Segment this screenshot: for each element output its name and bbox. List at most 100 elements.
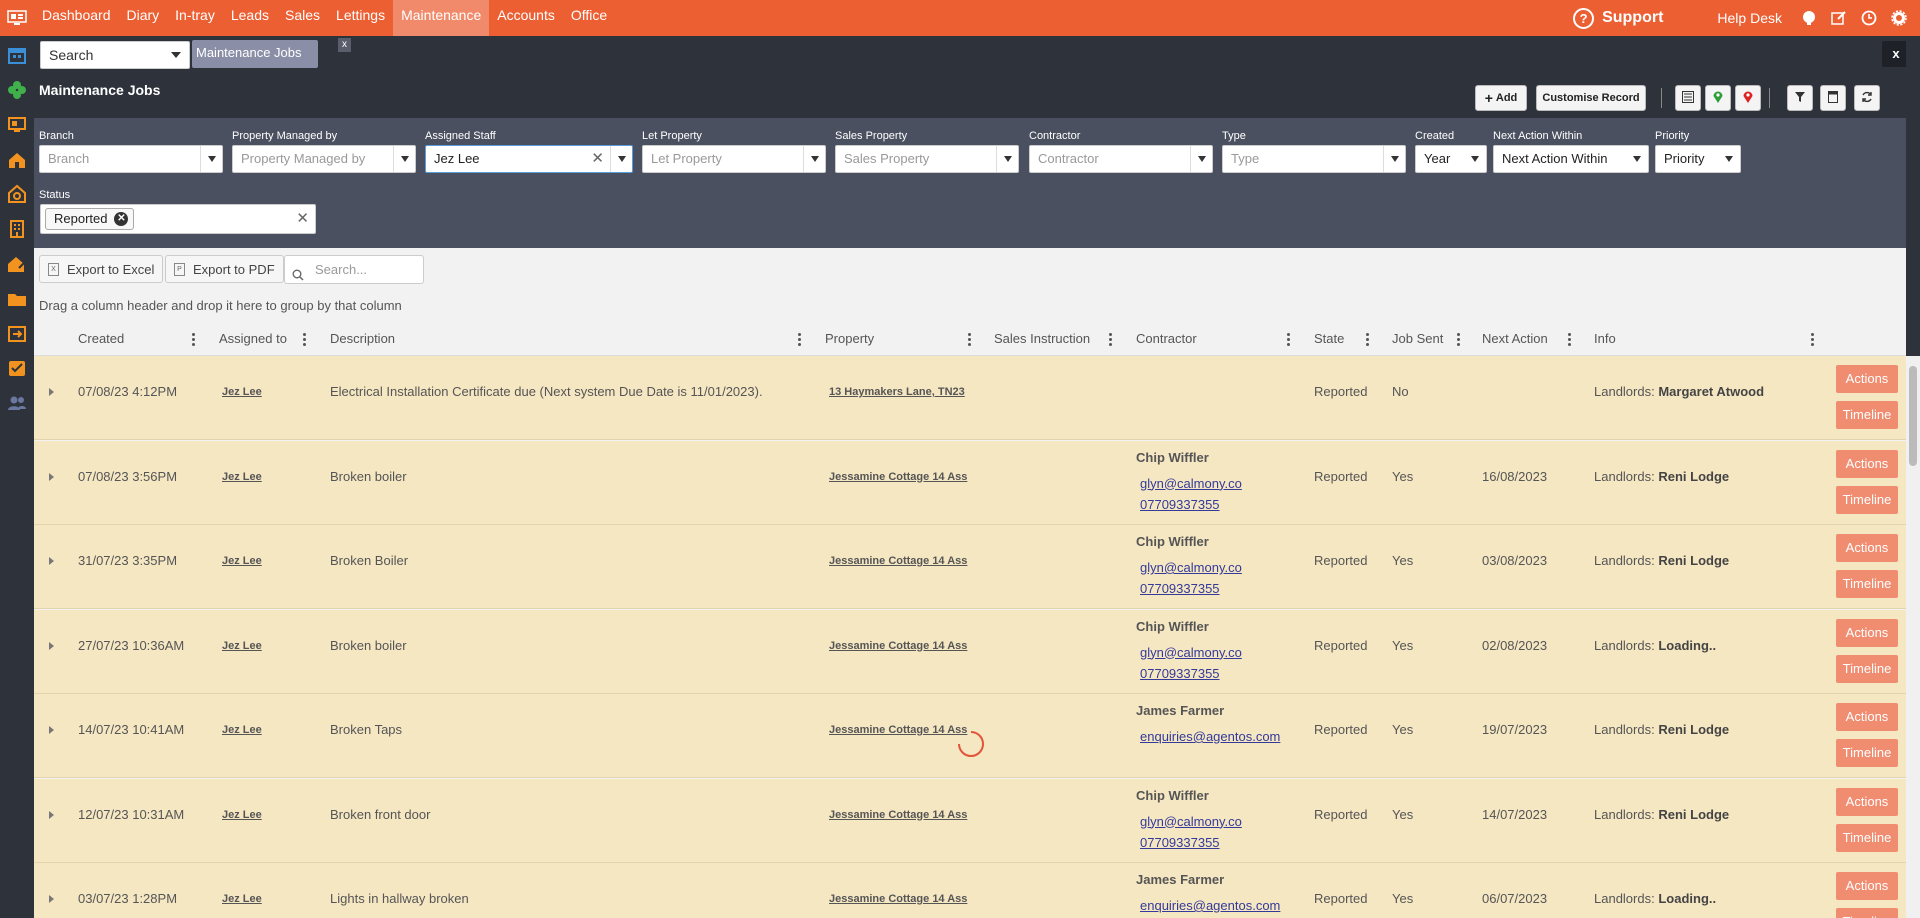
nav-item-dashboard[interactable]: Dashboard — [34, 0, 119, 36]
export-excel-button[interactable]: X Export to Excel — [39, 255, 164, 283]
checklist-icon[interactable] — [7, 358, 27, 378]
column-menu-icon[interactable] — [968, 333, 971, 346]
column-header-property[interactable]: Property — [825, 324, 874, 356]
nav-item-maintenance[interactable]: Maintenance — [393, 0, 490, 36]
clover-icon[interactable] — [7, 80, 27, 100]
column-header-created[interactable]: Created — [78, 324, 124, 356]
column-menu-icon[interactable] — [1287, 333, 1290, 346]
actions-button[interactable]: Actions — [1836, 872, 1898, 900]
nav-item-leads[interactable]: Leads — [223, 0, 277, 36]
status-filter[interactable]: Reported ✕ ✕ — [40, 204, 316, 234]
sales-property-filter[interactable]: Sales Property — [835, 145, 1019, 173]
list-view-button[interactable] — [1675, 85, 1701, 111]
clear-icon[interactable]: ✕ — [296, 209, 309, 227]
assigned-staff-filter[interactable]: Jez Lee ✕ — [425, 145, 633, 173]
nav-item-in-tray[interactable]: In-tray — [167, 0, 223, 36]
assigned-link[interactable]: Jez Lee — [222, 809, 262, 821]
nav-item-sales[interactable]: Sales — [277, 0, 328, 36]
global-search-select[interactable]: Search — [40, 41, 190, 69]
column-menu-icon[interactable] — [1366, 333, 1369, 346]
add-button[interactable]: + Add — [1475, 85, 1527, 111]
actions-button[interactable]: Actions — [1836, 618, 1898, 647]
tab-close-button[interactable]: x — [338, 38, 351, 52]
filter-button[interactable] — [1787, 85, 1813, 111]
column-menu-icon[interactable] — [798, 333, 801, 346]
property-link[interactable]: 13 Haymakers Lane, TN23 — [829, 386, 965, 398]
property-link[interactable]: Jessamine Cottage 14 Ass — [829, 893, 967, 905]
actions-button[interactable]: Actions — [1836, 787, 1898, 816]
actions-button[interactable]: Actions — [1836, 449, 1898, 478]
contractor-phone-link[interactable]: 07709337355 — [1140, 581, 1220, 596]
contractor-email-link[interactable]: glyn@calmony.co — [1140, 476, 1242, 491]
expand-row-icon[interactable] — [49, 810, 54, 819]
green-map-pin-button[interactable] — [1705, 85, 1731, 111]
nav-item-diary[interactable]: Diary — [119, 0, 168, 36]
contractor-filter[interactable]: Contractor — [1029, 145, 1213, 173]
clear-icon[interactable]: ✕ — [591, 146, 604, 172]
column-header-state[interactable]: State — [1314, 324, 1344, 356]
assigned-link[interactable]: Jez Lee — [222, 386, 262, 398]
table-row[interactable]: 31/07/23 3:35PM Jez Lee Broken Boiler Jessa… — [34, 525, 1920, 609]
timeline-button[interactable]: Timeline — [1836, 570, 1898, 598]
gear-icon[interactable] — [1890, 9, 1908, 27]
table-row[interactable]: 07/08/23 4:12PM Jez Lee Electrical Install… — [34, 356, 1920, 440]
document-button[interactable] — [1820, 85, 1846, 111]
property-link[interactable]: Jessamine Cottage 14 Ass — [829, 809, 967, 821]
assigned-link[interactable]: Jez Lee — [222, 640, 262, 652]
contractor-email-link[interactable]: glyn@calmony.co — [1140, 560, 1242, 575]
timeline-button[interactable]: Timeline — [1836, 401, 1898, 429]
priority-filter[interactable]: Priority — [1655, 145, 1741, 173]
scrollbar-thumb[interactable] — [1909, 366, 1917, 466]
column-menu-icon[interactable] — [192, 333, 195, 346]
assigned-link[interactable]: Jez Lee — [222, 555, 262, 567]
expand-row-icon[interactable] — [49, 557, 54, 565]
column-header-job-sent[interactable]: Job Sent — [1392, 324, 1443, 356]
property-link[interactable]: Jessamine Cottage 14 Ass — [829, 471, 967, 483]
table-row[interactable]: 07/08/23 3:56PM Jez Lee Broken boiler Jessa… — [34, 440, 1920, 525]
nav-item-office[interactable]: Office — [563, 0, 615, 36]
nav-item-accounts[interactable]: Accounts — [489, 0, 563, 36]
branch-filter[interactable]: Branch — [39, 145, 223, 173]
property-link[interactable]: Jessamine Cottage 14 Ass — [829, 555, 967, 567]
remove-chip-icon[interactable]: ✕ — [114, 212, 129, 226]
contractor-phone-link[interactable]: 07709337355 — [1140, 497, 1220, 512]
timeline-button[interactable]: Timeline — [1836, 823, 1898, 852]
expand-row-icon[interactable] — [49, 895, 54, 903]
type-filter[interactable]: Type — [1222, 145, 1406, 173]
support-link[interactable]: ? Support — [1573, 7, 1663, 29]
contractor-phone-link[interactable]: 07709337355 — [1140, 835, 1220, 850]
contractor-email-link[interactable]: enquiries@agentos.com — [1140, 898, 1280, 913]
contractor-email-link[interactable]: glyn@calmony.co — [1140, 814, 1242, 829]
table-row[interactable]: 27/07/23 10:36AM Jez Lee Broken boiler Jess… — [34, 609, 1920, 694]
tab-maintenance-jobs[interactable]: Maintenance Jobs — [192, 40, 318, 68]
timeline-button[interactable]: Timeline — [1836, 654, 1898, 683]
assigned-link[interactable]: Jez Lee — [222, 724, 262, 736]
expand-row-icon[interactable] — [49, 641, 54, 650]
column-menu-icon[interactable] — [1811, 333, 1814, 346]
grid-search-input[interactable]: Search... — [284, 255, 424, 284]
column-menu-icon[interactable] — [1568, 333, 1571, 346]
timeline-button[interactable]: Timeline — [1836, 739, 1898, 767]
transfer-icon[interactable] — [7, 324, 27, 344]
house-icon[interactable] — [7, 150, 27, 170]
column-header-info[interactable]: Info — [1594, 324, 1616, 356]
house-wrench-icon[interactable] — [7, 254, 27, 274]
contractor-email-link[interactable]: enquiries@agentos.com — [1140, 729, 1280, 744]
export-pdf-button[interactable]: P Export to PDF — [165, 255, 284, 283]
actions-button[interactable]: Actions — [1836, 703, 1898, 731]
contractor-phone-link[interactable]: 07709337355 — [1140, 666, 1220, 681]
property-link[interactable]: Jessamine Cottage 14 Ass — [829, 640, 967, 652]
users-icon[interactable] — [7, 393, 27, 413]
expand-row-icon[interactable] — [49, 726, 54, 734]
column-header-description[interactable]: Description — [330, 324, 395, 356]
expand-row-icon[interactable] — [49, 472, 54, 481]
assigned-link[interactable]: Jez Lee — [222, 471, 262, 483]
assigned-link[interactable]: Jez Lee — [222, 893, 262, 905]
red-map-pin-button[interactable] — [1735, 85, 1761, 111]
column-header-next-action[interactable]: Next Action — [1482, 324, 1548, 356]
actions-button[interactable]: Actions — [1836, 534, 1898, 562]
next-action-filter[interactable]: Next Action Within — [1493, 145, 1649, 173]
column-menu-icon[interactable] — [1109, 333, 1112, 346]
timeline-button[interactable]: Timeline — [1836, 485, 1898, 514]
app-logo-icon[interactable] — [0, 0, 34, 36]
